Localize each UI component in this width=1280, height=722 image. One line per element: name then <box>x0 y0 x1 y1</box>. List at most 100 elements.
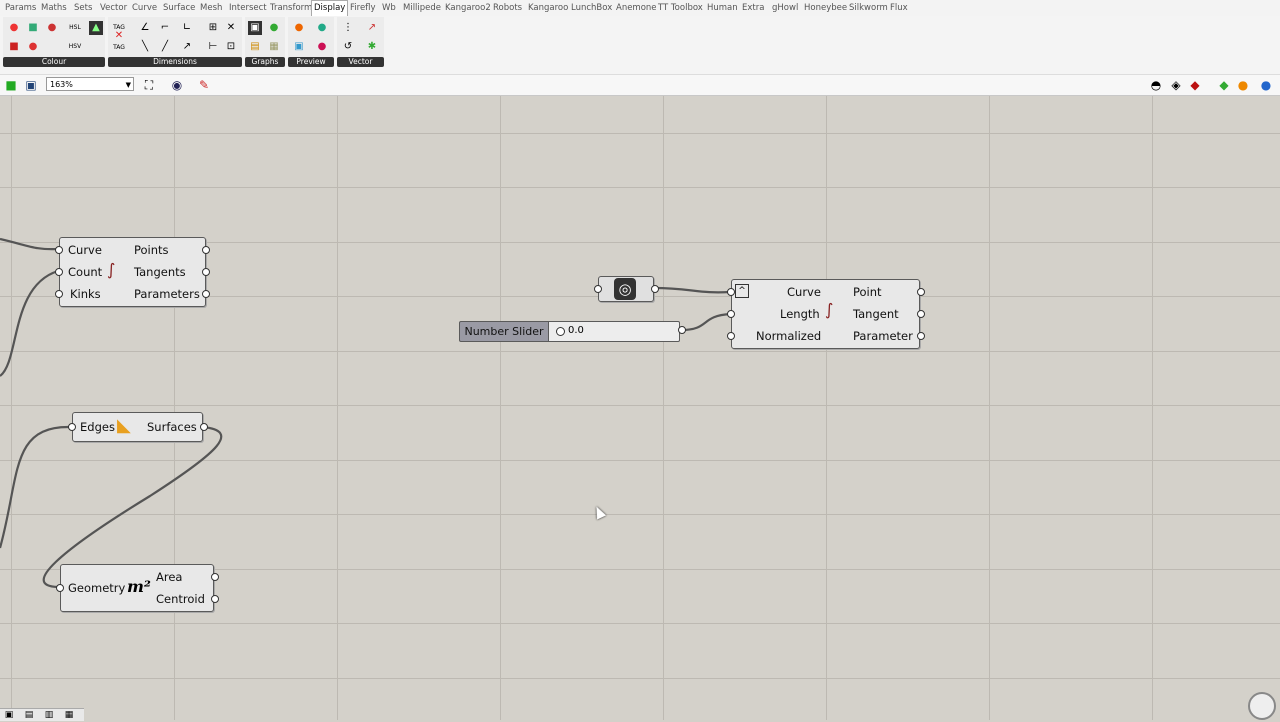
hsl-icon[interactable]: HSL <box>65 21 85 35</box>
tab-maths[interactable]: Maths <box>39 1 69 15</box>
input-geometry[interactable]: Geometry <box>68 581 125 595</box>
shader-icon[interactable]: ● <box>26 40 40 54</box>
value-list-icon[interactable]: ▤ <box>248 40 262 54</box>
tab-honeybee[interactable]: Honeybee <box>802 1 849 15</box>
area-component[interactable]: Geometry m² Area Centroid <box>60 564 214 612</box>
angular-dimension-icon[interactable]: ∟ <box>180 21 194 35</box>
number-slider-label[interactable]: Number Slider <box>459 321 549 342</box>
input-length[interactable]: Length <box>780 307 820 321</box>
bar-graph-icon[interactable]: ● <box>267 21 281 35</box>
graph-mapper-icon[interactable]: ▣ <box>248 21 262 35</box>
vector-display-ex-icon[interactable]: ↺ <box>341 40 355 54</box>
hsv-icon[interactable]: HSV <box>65 40 85 54</box>
colour-wheel-icon[interactable]: ● <box>7 21 21 35</box>
globe-icon[interactable]: ● <box>1259 78 1273 92</box>
evaluate-length-component[interactable]: ^ Curve Length Normalized ∫ Point Tangen… <box>731 279 920 349</box>
gradient-icon[interactable]: ▲ <box>89 21 103 35</box>
open-file-icon[interactable]: ■ <box>4 78 18 92</box>
input-normalized[interactable]: Normalized <box>756 329 821 343</box>
tab-intersect[interactable]: Intersect <box>227 1 269 15</box>
slider-value: 0.0 <box>568 325 584 336</box>
tab-surface[interactable]: Surface <box>161 1 197 15</box>
tab-wb[interactable]: Wb <box>380 1 398 15</box>
slider-knob[interactable] <box>556 327 565 336</box>
preview-material-icon[interactable]: ▣ <box>292 40 306 54</box>
brep-edges-component[interactable]: Edges ◣ Surfaces <box>72 412 203 442</box>
curve-parameter[interactable]: ◎ <box>598 276 654 302</box>
sketch-pen-icon[interactable]: ✎ <box>197 78 211 92</box>
tab-kangaroo2[interactable]: Kangaroo2 <box>443 1 493 15</box>
preview-shaded-icon[interactable]: ◈ <box>1169 78 1183 92</box>
angle-icon[interactable]: ∠ <box>138 21 152 35</box>
tab-ghowl[interactable]: gHowl <box>770 1 800 15</box>
tab-vector[interactable]: Vector <box>98 1 129 15</box>
output-parameter[interactable]: Parameter <box>853 329 913 343</box>
panel-label-graphs: Graphs <box>245 57 285 67</box>
panel-colour: ● ■ ● HSL ▲ ■ ● HSV Colour <box>3 17 105 67</box>
text-tag-icon[interactable]: TAG <box>111 41 127 55</box>
navigation-widget-icon[interactable] <box>1248 692 1276 720</box>
colour-swatch-icon[interactable]: ■ <box>26 21 40 35</box>
number-slider[interactable]: 0.0 <box>549 321 680 342</box>
output-parameters[interactable]: Parameters <box>134 287 200 301</box>
tab-lunchbox[interactable]: LunchBox <box>569 1 614 15</box>
tab-anemone[interactable]: Anemone <box>614 1 659 15</box>
material-icon[interactable]: ■ <box>7 40 21 54</box>
marker-dimension-icon[interactable]: ✕ <box>224 21 238 35</box>
output-points[interactable]: Points <box>134 243 169 257</box>
tab-transform[interactable]: Transform <box>268 1 314 15</box>
tab-curve[interactable]: Curve <box>130 1 159 15</box>
tab-flux[interactable]: Flux <box>888 1 910 15</box>
param-menu-icon[interactable]: ^ <box>735 284 749 298</box>
cloud-display-icon[interactable]: ● <box>315 21 329 35</box>
leader-icon[interactable]: ╱ <box>158 40 172 54</box>
tab-silkworm[interactable]: Silkworm <box>847 1 890 15</box>
text-dimension-icon[interactable]: ⊡ <box>224 40 238 54</box>
dot-display-icon[interactable]: ● <box>315 40 329 54</box>
tab-params[interactable]: Params <box>3 1 38 15</box>
grasshopper-canvas[interactable]: Curve Count Kinks Points Tangents Parame… <box>0 96 1280 720</box>
output-tangent[interactable]: Tangent <box>853 307 899 321</box>
custom-preview-icon[interactable]: ● <box>292 21 306 35</box>
save-file-icon[interactable]: ▣ <box>24 78 38 92</box>
zoom-dropdown[interactable]: 163% ▼ <box>46 77 134 91</box>
input-curve[interactable]: Curve <box>68 243 102 257</box>
output-area[interactable]: Area <box>156 570 182 584</box>
tab-robots[interactable]: Robots <box>491 1 524 15</box>
preview-selected-icon[interactable]: ◆ <box>1188 78 1202 92</box>
ribbon: ● ■ ● HSL ▲ ■ ● HSV Colour TAG ✕ TAG ∠ ⌐… <box>0 16 1280 68</box>
input-kinks[interactable]: Kinks <box>70 287 101 301</box>
point-list-icon[interactable]: ⋮ <box>341 21 355 35</box>
line-dimension-icon[interactable]: ╲ <box>138 40 152 54</box>
input-edges[interactable]: Edges <box>80 420 115 434</box>
colour-sphere-icon[interactable]: ● <box>45 21 59 35</box>
tab-millipede[interactable]: Millipede <box>401 1 443 15</box>
tab-sets[interactable]: Sets <box>72 1 94 15</box>
material-preview-icon[interactable]: ● <box>1236 78 1250 92</box>
tab-human[interactable]: Human <box>705 1 740 15</box>
bake-icon[interactable]: ◆ <box>1217 78 1231 92</box>
tab-mesh[interactable]: Mesh <box>198 1 224 15</box>
tab-tt-toolbox[interactable]: TT Toolbox <box>656 1 705 15</box>
tab-extra[interactable]: Extra <box>740 1 766 15</box>
divide-curve-component[interactable]: Curve Count Kinks Points Tangents Parame… <box>59 237 206 307</box>
output-surfaces[interactable]: Surfaces <box>147 420 197 434</box>
preview-eye-icon[interactable]: ◉ <box>170 78 184 92</box>
tab-display[interactable]: Display <box>311 0 349 16</box>
output-centroid[interactable]: Centroid <box>156 592 205 606</box>
tab-firefly[interactable]: Firefly <box>348 1 378 15</box>
quick-graph-icon[interactable]: ▦ <box>267 40 281 54</box>
aligned-dimension-icon[interactable]: ⌐ <box>158 21 172 35</box>
preview-wireframe-icon[interactable]: ◓ <box>1149 78 1163 92</box>
input-count[interactable]: Count <box>68 265 102 279</box>
input-curve-eval[interactable]: Curve <box>787 285 821 299</box>
radial-dimension-icon[interactable]: ↗ <box>180 40 194 54</box>
tab-kangaroo[interactable]: Kangaroo <box>526 1 570 15</box>
point-order-icon[interactable]: ✱ <box>365 40 379 54</box>
vector-display-icon[interactable]: ↗ <box>365 21 379 35</box>
zoom-extents-icon[interactable]: ⛶ <box>142 78 156 92</box>
output-point[interactable]: Point <box>853 285 882 299</box>
serial-dimension-icon[interactable]: ⊢ <box>206 40 220 54</box>
linear-dimension-icon[interactable]: ⊞ <box>206 21 220 35</box>
output-tangents[interactable]: Tangents <box>134 265 186 279</box>
